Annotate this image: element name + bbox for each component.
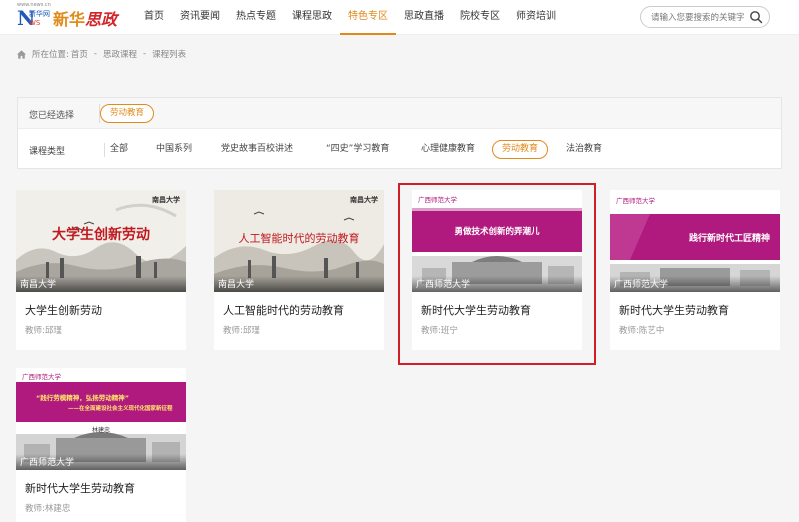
nav-item-course-ideology[interactable]: 课程思政 (284, 0, 340, 35)
type-option-all[interactable]: 全部 (100, 140, 138, 159)
teacher-label: 教师: (25, 326, 45, 336)
course-title[interactable]: 人工智能时代的劳动教育 (223, 302, 344, 318)
course-card[interactable]: 南昌大学 人工智能时代的劳动教育 南昌大学 人工智能时代的劳动教育 教师:邱瑾 (214, 190, 384, 350)
course-teacher: 教师:陈艺中 (619, 324, 664, 336)
thumbnail-banner-text: “践行劳模精神，弘扬劳动精神” (36, 394, 130, 402)
breadcrumb: 所在位置: 首页 - 思政课程 - 课程列表 (16, 47, 186, 61)
course-type-label: 课程类型 (29, 147, 66, 157)
teacher-name: 林建忠 (44, 504, 71, 514)
course-thumbnail: 广西师范大学 “践行劳模精神，弘扬劳动精神” ——在全面建设社会主义现代化国家新… (16, 368, 186, 470)
type-option-labor-education[interactable]: 劳动教育 (492, 140, 549, 159)
type-option-china-series[interactable]: 中国系列 (146, 140, 202, 159)
course-type-row: 课程类型 全部 中国系列 党史故事百校讲述 “四史”学习教育 心理健康教育 劳动… (18, 139, 781, 161)
teacher-label: 教师: (25, 504, 45, 514)
type-option-four-histories[interactable]: “四史”学习教育 (316, 140, 399, 159)
teacher-label: 教师: (421, 326, 441, 336)
breadcrumb-course-list: 课程列表 (152, 50, 187, 60)
type-option-party-history[interactable]: 党史故事百校讲述 (211, 140, 303, 159)
university-logo-text: 广西师范大学 (418, 196, 457, 204)
course-card[interactable]: 南昌大学 大学生创新劳动 南昌大学 大学生创新劳动 教师:邱瑾 (16, 190, 186, 350)
top-header: www.news.cn N 新华网 WS 新华思政 首页 资讯要闻 热点专题 课… (0, 0, 799, 35)
type-option-law-education[interactable]: 法治教育 (556, 140, 612, 159)
logo-mark-small: 新华网 (29, 10, 50, 18)
nav-item-schools[interactable]: 院校专区 (452, 0, 508, 35)
thumbnail-banner-text: 人工智能时代的劳动教育 (238, 232, 360, 245)
university-caption: 广西师范大学 (610, 276, 780, 292)
search-box (640, 6, 770, 28)
course-title[interactable]: 新时代大学生劳动教育 (619, 302, 729, 318)
filter-panel: 您已经选择 劳动教育 课程类型 全部 中国系列 党史故事百校讲述 “四史”学习教… (17, 97, 782, 169)
teacher-name: 邱瑾 (242, 326, 260, 336)
university-name: 广西师范大学 (416, 280, 471, 290)
university-logo-text: 广西师范大学 (22, 373, 61, 381)
course-teacher: 教师:班宁 (421, 324, 458, 336)
logo-mark-ws: WS (29, 19, 41, 27)
selected-filters-label: 您已经选择 (29, 111, 75, 121)
course-thumbnail: 广西师范大学 勇做技术创新的弄潮儿 广西师范大学 (412, 190, 582, 292)
nav-item-home[interactable]: 首页 (136, 0, 172, 35)
type-option-mental-health[interactable]: 心理健康教育 (411, 140, 485, 159)
course-title[interactable]: 新时代大学生劳动教育 (25, 480, 135, 496)
nav-item-news[interactable]: 资讯要闻 (172, 0, 228, 35)
search-icon[interactable] (749, 10, 763, 24)
university-name: 南昌大学 (20, 280, 57, 290)
site-logo[interactable]: www.news.cn N 新华网 WS 新华思政 (17, 2, 137, 31)
breadcrumb-ideology-courses[interactable]: 思政课程 (103, 48, 137, 60)
selected-filters-row: 您已经选择 劳动教育 (18, 98, 781, 129)
course-card[interactable]: 广西师范大学 勇做技术创新的弄潮儿 广西师范大学 新时代大学生劳动教育 教师:班… (412, 190, 582, 350)
course-title[interactable]: 大学生创新劳动 (25, 302, 102, 318)
breadcrumb-home[interactable]: 首页 (71, 48, 88, 60)
course-card[interactable]: 广西师范大学 “践行劳模精神，弘扬劳动精神” ——在全面建设社会主义现代化国家新… (16, 368, 186, 522)
logo-mark: N 新华网 WS (17, 7, 51, 29)
breadcrumb-prefix: 所在位置: (32, 50, 69, 60)
course-thumbnail: 南昌大学 人工智能时代的劳动教育 南昌大学 (214, 190, 384, 292)
university-caption: 广西师范大学 (16, 454, 186, 470)
nav-item-training[interactable]: 师资培训 (508, 0, 564, 35)
university-caption: 南昌大学 (214, 276, 384, 292)
teacher-label: 教师: (223, 326, 243, 336)
logo-brand-part1: 新华 (53, 10, 86, 29)
thumbnail-banner-text: 勇做技术创新的弄潮儿 (454, 227, 540, 237)
home-icon (16, 49, 27, 59)
selected-filter-tag[interactable]: 劳动教育 (100, 104, 155, 123)
nav-item-topics[interactable]: 热点专题 (228, 0, 284, 35)
university-name: 南昌大学 (218, 280, 255, 290)
logo-brand-part2: 思政 (85, 10, 118, 29)
teacher-label: 教师: (619, 326, 639, 336)
university-caption: 南昌大学 (16, 276, 186, 292)
logo-brand: 新华思政 (53, 6, 117, 30)
university-logo-text: 南昌大学 (350, 195, 378, 204)
breadcrumb-separator: - (142, 49, 147, 59)
course-teacher: 教师:邱瑾 (223, 324, 260, 336)
thumbnail-speaker: 林建忠 (91, 427, 110, 434)
university-name: 广西师范大学 (20, 458, 75, 468)
teacher-name: 邱瑾 (44, 326, 62, 336)
course-teacher: 教师:林建忠 (25, 502, 70, 514)
breadcrumb-separator: - (93, 49, 97, 59)
university-logo-text: 广西师范大学 (616, 197, 655, 205)
search-input[interactable] (651, 10, 749, 25)
course-teacher: 教师:邱瑾 (25, 324, 62, 336)
teacher-name: 陈艺中 (638, 326, 665, 336)
nav-item-featured[interactable]: 特色专区 (340, 0, 396, 35)
university-logo-text: 南昌大学 (152, 195, 180, 204)
course-title[interactable]: 新时代大学生劳动教育 (421, 302, 531, 318)
thumbnail-banner-subtext: ——在全面建设社会主义现代化国家新征程 (68, 406, 173, 412)
thumbnail-banner-text: 大学生创新劳动 (52, 227, 150, 243)
thumbnail-banner-text: 践行新时代工匠精神 (688, 234, 770, 244)
main-nav: 首页 资讯要闻 热点专题 课程思政 特色专区 思政直播 院校专区 师资培训 (136, 0, 564, 35)
course-card[interactable]: 广西师范大学 践行新时代工匠精神 广西师范大学 新时代大学生劳动教育 教师:陈艺… (610, 190, 780, 350)
university-caption: 广西师范大学 (412, 276, 582, 292)
university-name: 广西师范大学 (614, 280, 669, 290)
course-thumbnail: 广西师范大学 践行新时代工匠精神 广西师范大学 (610, 190, 780, 292)
course-thumbnail: 南昌大学 大学生创新劳动 南昌大学 (16, 190, 186, 292)
teacher-name: 班宁 (440, 326, 458, 336)
nav-item-live[interactable]: 思政直播 (396, 0, 452, 35)
